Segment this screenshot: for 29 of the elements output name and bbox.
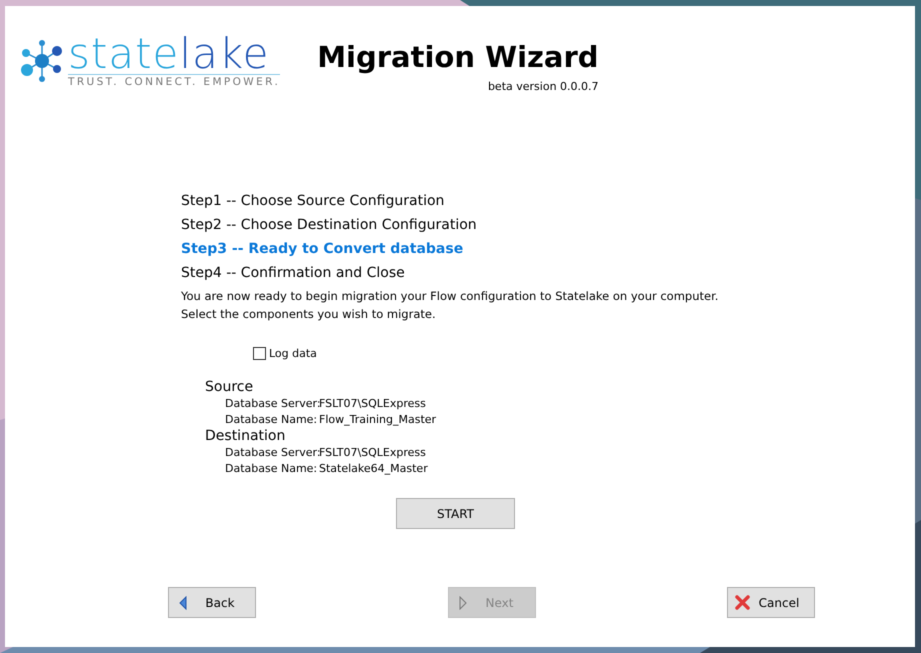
left-arrow-icon [179, 596, 187, 610]
close-icon [734, 595, 750, 610]
field-label: Database Name: [225, 412, 318, 427]
window-title: Migration Wizard [317, 40, 599, 74]
checkbox-label: Log data [269, 347, 317, 360]
field-value: Statelake64_Master [319, 460, 429, 476]
log-data-checkbox[interactable] [253, 347, 266, 360]
back-button[interactable]: Back [168, 587, 256, 618]
field-label: Database Server: [225, 445, 319, 460]
version-label: beta version 0.0.0.7 [488, 80, 599, 93]
logo-wordmark: state lake [68, 34, 270, 74]
step-label: Step2 -- Choose Destination Configuration [181, 216, 478, 235]
section-heading: Destination [205, 427, 286, 445]
network-logo-icon [20, 39, 64, 83]
start-button[interactable]: START [396, 498, 515, 529]
step-label: Step3 -- Ready to Convert database [181, 240, 464, 259]
cancel-button[interactable]: Cancel [727, 587, 815, 618]
field-value: FSLT07\SQLExpress [319, 445, 427, 460]
right-arrow-icon [458, 596, 466, 610]
logo-tagline: TRUST. CONNECT. EMPOWER. [68, 74, 280, 88]
field-value: Flow_Training_Master [319, 412, 438, 427]
field-label: Database Name: [225, 460, 318, 476]
section-heading: Source [205, 378, 254, 396]
instruction-text: You are now ready to begin migration your Flow configuration to Statelake on your computer. [181, 288, 720, 304]
instruction-text: Select the components you wish to migrate. [181, 306, 437, 322]
step-label: Step4 -- Confirmation and Close [181, 264, 406, 283]
step-label: Step1 -- Choose Source Configuration [181, 192, 446, 211]
field-label: Database Server: [225, 396, 319, 412]
field-value: FSLT07\SQLExpress [319, 396, 427, 412]
